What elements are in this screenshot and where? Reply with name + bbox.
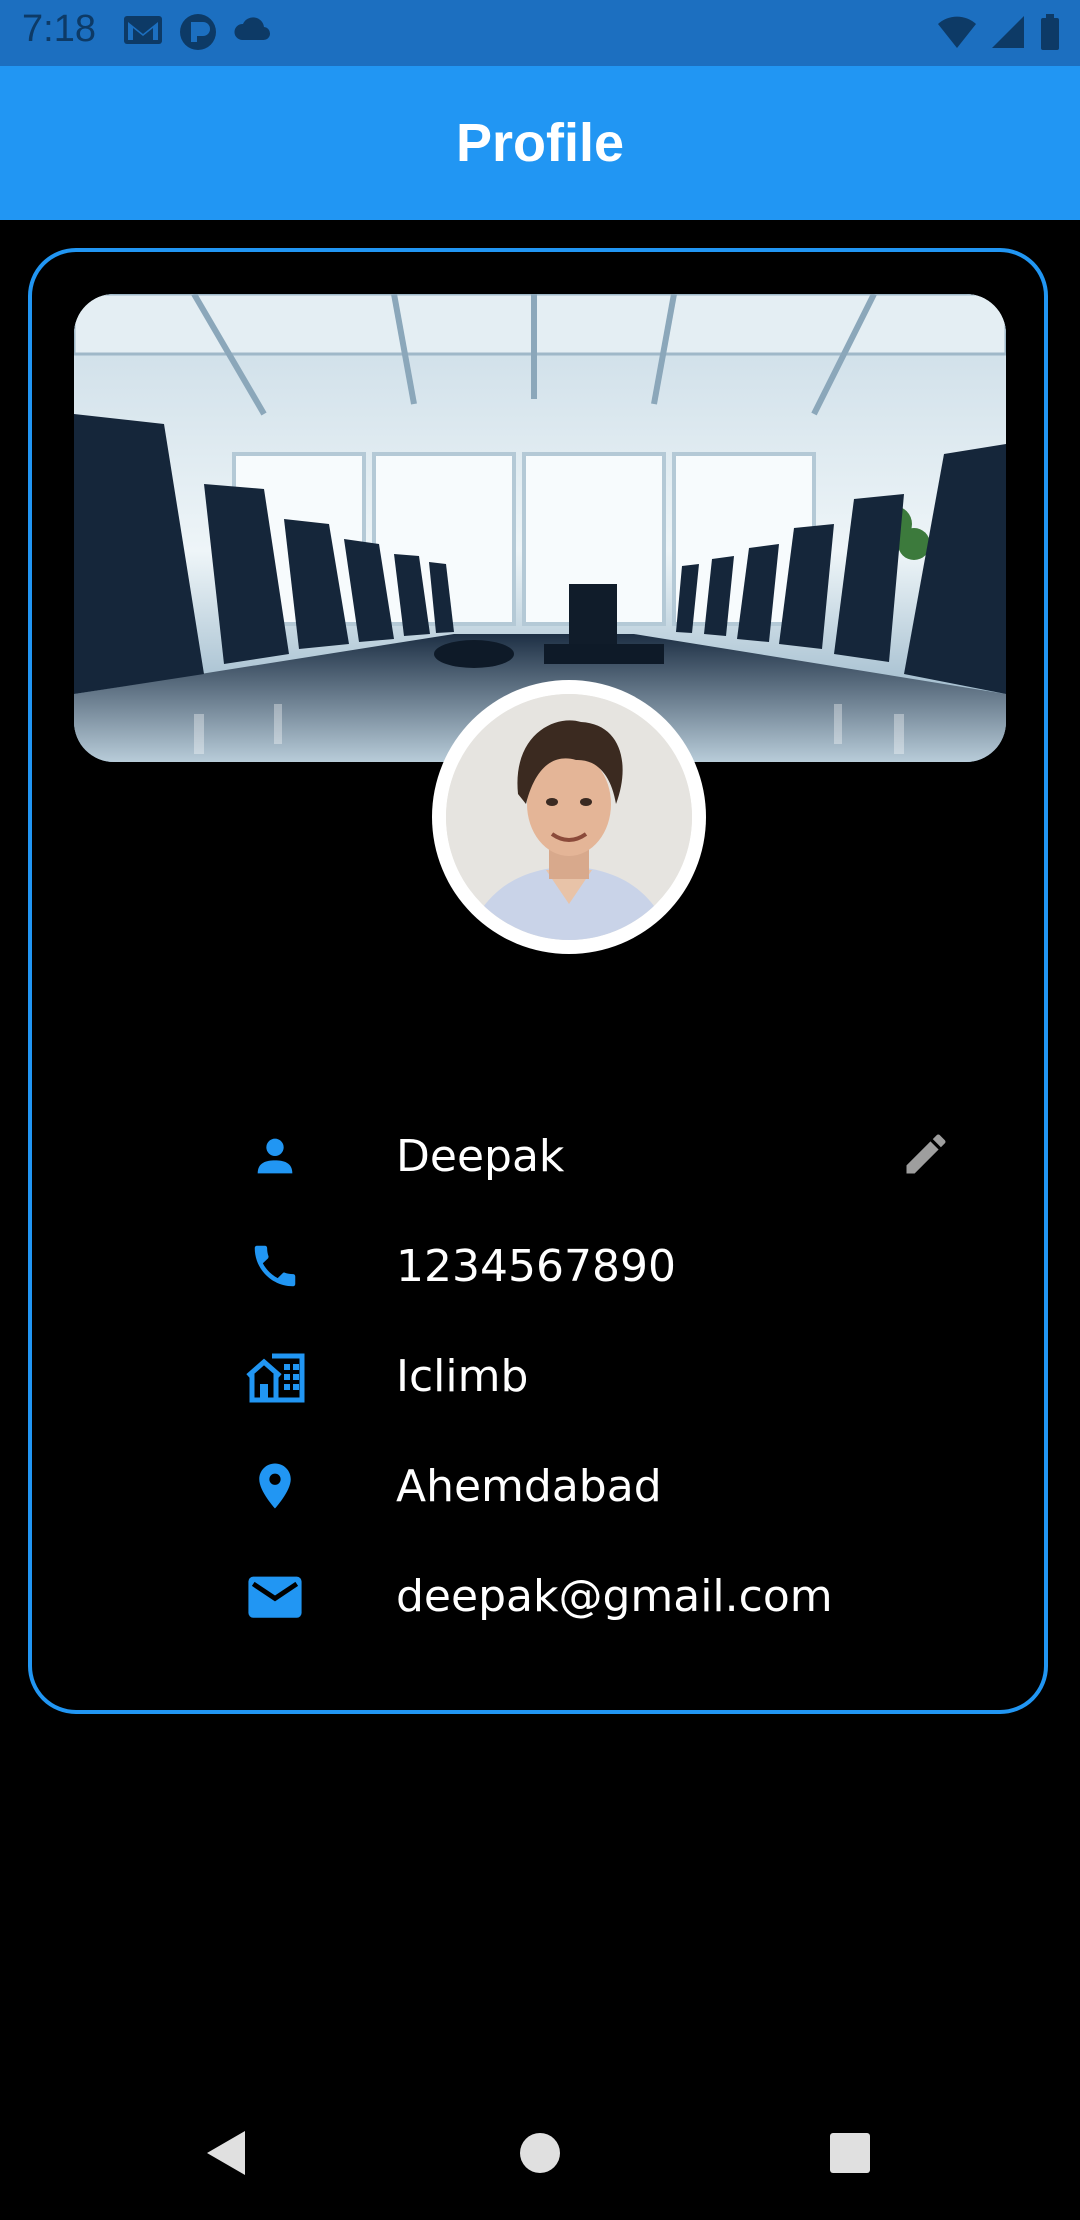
app-icon xyxy=(178,12,218,56)
page-title: Profile xyxy=(455,113,625,173)
status-time: 7:18 xyxy=(22,8,96,50)
phone-icon xyxy=(230,1226,320,1306)
edit-button[interactable] xyxy=(892,1122,960,1190)
status-bar: 7:18 xyxy=(0,0,1080,66)
name-row: Deepak xyxy=(230,1116,990,1196)
company-value: Iclimb xyxy=(396,1350,529,1402)
status-right-icons xyxy=(936,12,1062,56)
recents-button[interactable] xyxy=(815,2120,885,2190)
email-value: deepak@gmail.com xyxy=(396,1570,833,1622)
back-button[interactable] xyxy=(192,2120,262,2190)
home-button[interactable] xyxy=(505,2120,575,2190)
home-icon xyxy=(518,2131,562,2179)
wifi-icon xyxy=(936,12,978,56)
location-pin-icon xyxy=(230,1446,320,1526)
pencil-icon xyxy=(900,1128,952,1184)
company-row: Iclimb xyxy=(230,1336,990,1416)
battery-icon xyxy=(1038,12,1062,56)
app-bar: Profile xyxy=(0,66,1080,220)
status-left-icons xyxy=(122,12,274,56)
phone-row: 1234567890 xyxy=(230,1226,990,1306)
avatar[interactable] xyxy=(446,694,692,940)
signal-icon xyxy=(990,12,1026,56)
phone-value: 1234567890 xyxy=(396,1240,676,1292)
cloud-icon xyxy=(232,12,274,56)
recents-icon xyxy=(828,2131,872,2179)
company-icon xyxy=(230,1336,320,1416)
email-row: deepak@gmail.com xyxy=(230,1556,990,1636)
nav-bar xyxy=(0,2090,1080,2220)
gmail-icon xyxy=(122,12,164,56)
location-row: Ahemdabad xyxy=(230,1446,990,1526)
back-icon xyxy=(205,2129,249,2181)
name-value: Deepak xyxy=(396,1130,565,1182)
email-icon xyxy=(230,1556,320,1636)
location-value: Ahemdabad xyxy=(396,1460,662,1512)
person-icon xyxy=(230,1116,320,1196)
